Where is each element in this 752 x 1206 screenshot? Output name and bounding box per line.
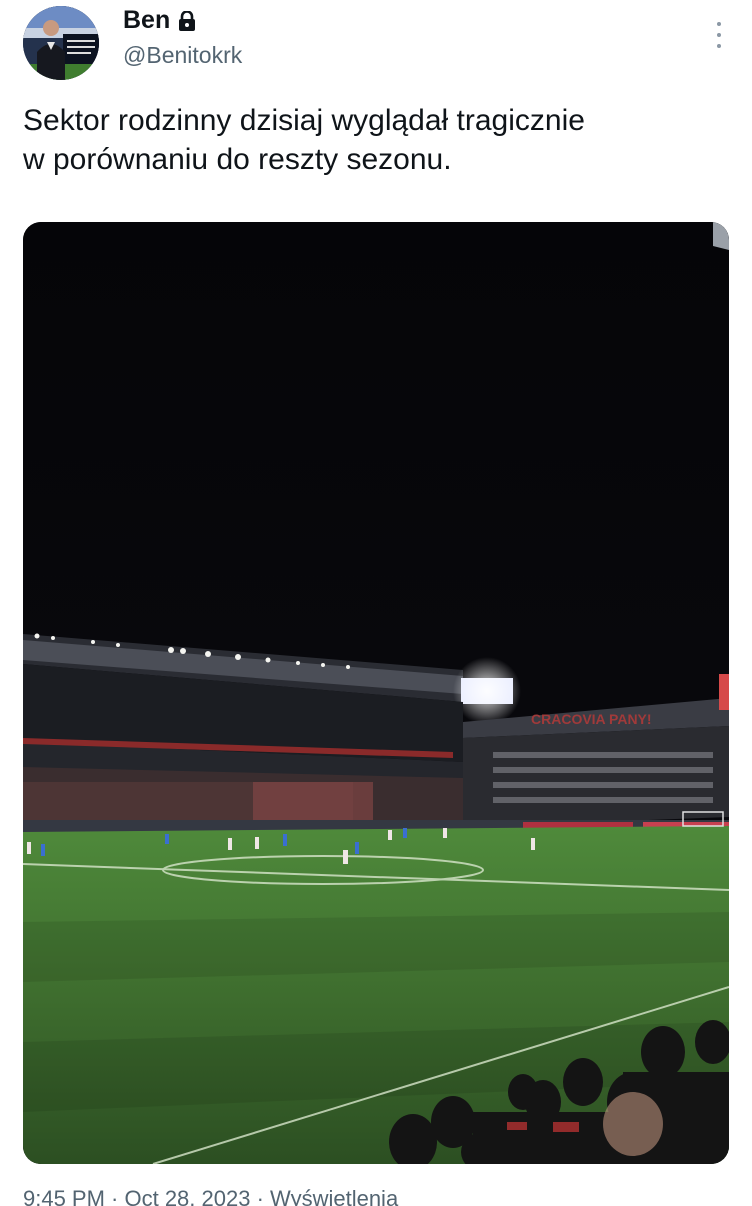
lock-icon	[179, 10, 196, 31]
tweet-photo[interactable]: CRACOVIA PANY!	[23, 222, 729, 1164]
author-name[interactable]: Ben	[123, 6, 170, 35]
avatar-image	[23, 6, 99, 80]
stadium-photo: CRACOVIA PANY!	[23, 222, 729, 1164]
avatar[interactable]	[23, 6, 99, 80]
more-options-button[interactable]	[714, 22, 724, 48]
author-name-row: Ben	[123, 6, 196, 35]
stadium-banner: CRACOVIA PANY!	[531, 711, 652, 727]
tweet-meta: 9:45 PM · Oct 28, 2023 · Wyświetlenia	[23, 1186, 399, 1206]
author-handle[interactable]: @Benitokrk	[123, 42, 242, 69]
tweet-text: Sektor rodzinny dzisiaj wyglądał tragicz…	[23, 104, 585, 176]
tweet-header: Ben @Benitokrk	[0, 0, 752, 90]
more-vertical-icon	[717, 22, 721, 26]
